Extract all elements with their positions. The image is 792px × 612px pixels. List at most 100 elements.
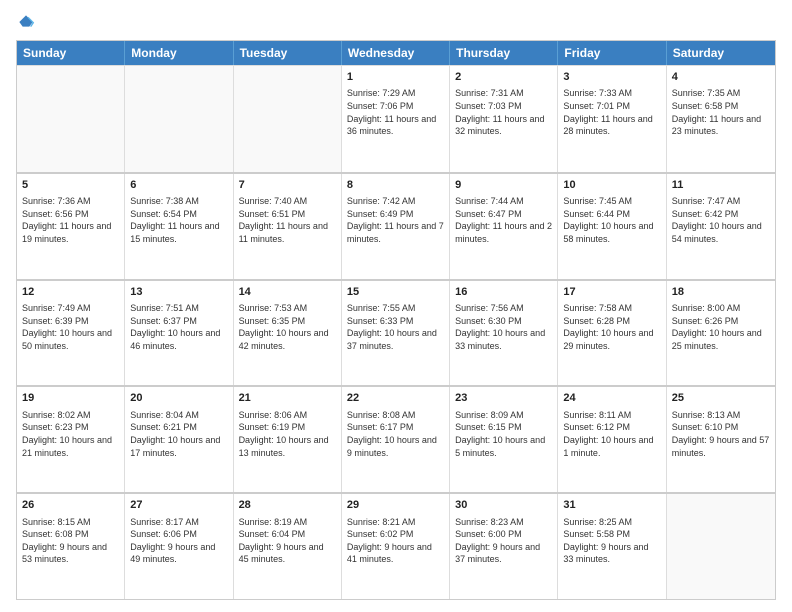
day-cell-15: 15 Sunrise: 7:55 AM Sunset: 6:33 PM Dayli… bbox=[342, 281, 450, 386]
calendar-row-0: 1 Sunrise: 7:29 AM Sunset: 7:06 PM Daylig… bbox=[17, 65, 775, 172]
day-info: Sunrise: 8:06 AM Sunset: 6:19 PM Dayligh… bbox=[239, 409, 336, 459]
day-cell-3: 3 Sunrise: 7:33 AM Sunset: 7:01 PM Daylig… bbox=[558, 66, 666, 172]
day-number: 8 bbox=[347, 178, 444, 193]
empty-cell-4-6 bbox=[667, 494, 775, 599]
day-number: 10 bbox=[563, 178, 660, 193]
day-cell-24: 24 Sunrise: 8:11 AM Sunset: 6:12 PM Dayli… bbox=[558, 387, 666, 492]
day-info: Sunrise: 8:02 AM Sunset: 6:23 PM Dayligh… bbox=[22, 409, 119, 459]
day-info: Sunrise: 7:40 AM Sunset: 6:51 PM Dayligh… bbox=[239, 195, 336, 245]
day-number: 15 bbox=[347, 285, 444, 300]
header bbox=[16, 12, 776, 32]
calendar-row-4: 26 Sunrise: 8:15 AM Sunset: 6:08 PM Dayli… bbox=[17, 492, 775, 599]
day-cell-8: 8 Sunrise: 7:42 AM Sunset: 6:49 PM Daylig… bbox=[342, 174, 450, 279]
day-number: 16 bbox=[455, 285, 552, 300]
day-info: Sunrise: 8:15 AM Sunset: 6:08 PM Dayligh… bbox=[22, 516, 119, 566]
day-cell-25: 25 Sunrise: 8:13 AM Sunset: 6:10 PM Dayli… bbox=[667, 387, 775, 492]
day-number: 7 bbox=[239, 178, 336, 193]
empty-cell-0-1 bbox=[125, 66, 233, 172]
logo bbox=[16, 12, 40, 32]
day-info: Sunrise: 8:25 AM Sunset: 5:58 PM Dayligh… bbox=[563, 516, 660, 566]
day-number: 22 bbox=[347, 391, 444, 406]
day-info: Sunrise: 8:00 AM Sunset: 6:26 PM Dayligh… bbox=[672, 302, 770, 352]
day-info: Sunrise: 7:49 AM Sunset: 6:39 PM Dayligh… bbox=[22, 302, 119, 352]
day-number: 5 bbox=[22, 178, 119, 193]
calendar: SundayMondayTuesdayWednesdayThursdayFrid… bbox=[16, 40, 776, 600]
logo-icon bbox=[16, 12, 36, 32]
day-cell-9: 9 Sunrise: 7:44 AM Sunset: 6:47 PM Daylig… bbox=[450, 174, 558, 279]
header-day-saturday: Saturday bbox=[667, 41, 775, 65]
day-info: Sunrise: 7:58 AM Sunset: 6:28 PM Dayligh… bbox=[563, 302, 660, 352]
day-number: 6 bbox=[130, 178, 227, 193]
day-number: 11 bbox=[672, 178, 770, 193]
day-info: Sunrise: 8:11 AM Sunset: 6:12 PM Dayligh… bbox=[563, 409, 660, 459]
day-info: Sunrise: 7:53 AM Sunset: 6:35 PM Dayligh… bbox=[239, 302, 336, 352]
day-info: Sunrise: 8:19 AM Sunset: 6:04 PM Dayligh… bbox=[239, 516, 336, 566]
day-cell-19: 19Sunrise: 8:02 AM Sunset: 6:23 PM Dayli… bbox=[17, 387, 125, 492]
day-info: Sunrise: 7:29 AM Sunset: 7:06 PM Dayligh… bbox=[347, 87, 444, 137]
day-cell-26: 26 Sunrise: 8:15 AM Sunset: 6:08 PM Dayli… bbox=[17, 494, 125, 599]
day-info: Sunrise: 7:42 AM Sunset: 6:49 PM Dayligh… bbox=[347, 195, 444, 245]
day-info: Sunrise: 7:45 AM Sunset: 6:44 PM Dayligh… bbox=[563, 195, 660, 245]
day-info: Sunrise: 8:04 AM Sunset: 6:21 PM Dayligh… bbox=[130, 409, 227, 459]
day-number: 18 bbox=[672, 285, 770, 300]
calendar-row-1: 5 Sunrise: 7:36 AM Sunset: 6:56 PM Daylig… bbox=[17, 172, 775, 279]
calendar-header: SundayMondayTuesdayWednesdayThursdayFrid… bbox=[17, 41, 775, 65]
day-number: 9 bbox=[455, 178, 552, 193]
empty-cell-0-0 bbox=[17, 66, 125, 172]
day-cell-11: 11Sunrise: 7:47 AM Sunset: 6:42 PM Dayli… bbox=[667, 174, 775, 279]
day-cell-29: 29Sunrise: 8:21 AM Sunset: 6:02 PM Dayli… bbox=[342, 494, 450, 599]
day-number: 4 bbox=[672, 70, 770, 85]
day-number: 31 bbox=[563, 498, 660, 513]
day-cell-10: 10 Sunrise: 7:45 AM Sunset: 6:44 PM Dayli… bbox=[558, 174, 666, 279]
calendar-body: 1 Sunrise: 7:29 AM Sunset: 7:06 PM Daylig… bbox=[17, 65, 775, 599]
day-cell-18: 18 Sunrise: 8:00 AM Sunset: 6:26 PM Dayli… bbox=[667, 281, 775, 386]
day-cell-4: 4 Sunrise: 7:35 AM Sunset: 6:58 PM Daylig… bbox=[667, 66, 775, 172]
day-info: Sunrise: 7:51 AM Sunset: 6:37 PM Dayligh… bbox=[130, 302, 227, 352]
day-number: 27 bbox=[130, 498, 227, 513]
day-cell-17: 17Sunrise: 7:58 AM Sunset: 6:28 PM Dayli… bbox=[558, 281, 666, 386]
day-cell-7: 7 Sunrise: 7:40 AM Sunset: 6:51 PM Daylig… bbox=[234, 174, 342, 279]
day-cell-30: 30Sunrise: 8:23 AM Sunset: 6:00 PM Dayli… bbox=[450, 494, 558, 599]
day-number: 29 bbox=[347, 498, 444, 513]
day-cell-16: 16 Sunrise: 7:56 AM Sunset: 6:30 PM Dayli… bbox=[450, 281, 558, 386]
day-number: 1 bbox=[347, 70, 444, 85]
day-cell-27: 27 Sunrise: 8:17 AM Sunset: 6:06 PM Dayli… bbox=[125, 494, 233, 599]
day-info: Sunrise: 7:56 AM Sunset: 6:30 PM Dayligh… bbox=[455, 302, 552, 352]
day-number: 2 bbox=[455, 70, 552, 85]
calendar-row-3: 19Sunrise: 8:02 AM Sunset: 6:23 PM Dayli… bbox=[17, 385, 775, 492]
day-info: Sunrise: 7:33 AM Sunset: 7:01 PM Dayligh… bbox=[563, 87, 660, 137]
day-info: Sunrise: 7:55 AM Sunset: 6:33 PM Dayligh… bbox=[347, 302, 444, 352]
day-cell-23: 23 Sunrise: 8:09 AM Sunset: 6:15 PM Dayli… bbox=[450, 387, 558, 492]
day-number: 24 bbox=[563, 391, 660, 406]
day-info: Sunrise: 7:38 AM Sunset: 6:54 PM Dayligh… bbox=[130, 195, 227, 245]
header-day-tuesday: Tuesday bbox=[234, 41, 342, 65]
day-cell-2: 2 Sunrise: 7:31 AM Sunset: 7:03 PM Daylig… bbox=[450, 66, 558, 172]
day-number: 25 bbox=[672, 391, 770, 406]
day-info: Sunrise: 7:36 AM Sunset: 6:56 PM Dayligh… bbox=[22, 195, 119, 245]
day-number: 23 bbox=[455, 391, 552, 406]
header-day-friday: Friday bbox=[558, 41, 666, 65]
calendar-row-2: 12Sunrise: 7:49 AM Sunset: 6:39 PM Dayli… bbox=[17, 279, 775, 386]
day-info: Sunrise: 8:17 AM Sunset: 6:06 PM Dayligh… bbox=[130, 516, 227, 566]
day-number: 26 bbox=[22, 498, 119, 513]
day-cell-31: 31 Sunrise: 8:25 AM Sunset: 5:58 PM Dayli… bbox=[558, 494, 666, 599]
empty-cell-0-2 bbox=[234, 66, 342, 172]
day-info: Sunrise: 7:31 AM Sunset: 7:03 PM Dayligh… bbox=[455, 87, 552, 137]
header-day-thursday: Thursday bbox=[450, 41, 558, 65]
day-number: 3 bbox=[563, 70, 660, 85]
day-number: 21 bbox=[239, 391, 336, 406]
day-cell-5: 5 Sunrise: 7:36 AM Sunset: 6:56 PM Daylig… bbox=[17, 174, 125, 279]
day-number: 13 bbox=[130, 285, 227, 300]
day-cell-21: 21 Sunrise: 8:06 AM Sunset: 6:19 PM Dayli… bbox=[234, 387, 342, 492]
day-info: Sunrise: 7:35 AM Sunset: 6:58 PM Dayligh… bbox=[672, 87, 770, 137]
day-number: 20 bbox=[130, 391, 227, 406]
day-info: Sunrise: 8:13 AM Sunset: 6:10 PM Dayligh… bbox=[672, 409, 770, 459]
day-cell-14: 14 Sunrise: 7:53 AM Sunset: 6:35 PM Dayli… bbox=[234, 281, 342, 386]
day-info: Sunrise: 8:08 AM Sunset: 6:17 PM Dayligh… bbox=[347, 409, 444, 459]
day-info: Sunrise: 8:23 AM Sunset: 6:00 PM Dayligh… bbox=[455, 516, 552, 566]
day-info: Sunrise: 7:44 AM Sunset: 6:47 PM Dayligh… bbox=[455, 195, 552, 245]
day-cell-12: 12Sunrise: 7:49 AM Sunset: 6:39 PM Dayli… bbox=[17, 281, 125, 386]
day-number: 14 bbox=[239, 285, 336, 300]
page: SundayMondayTuesdayWednesdayThursdayFrid… bbox=[0, 0, 792, 612]
day-info: Sunrise: 8:09 AM Sunset: 6:15 PM Dayligh… bbox=[455, 409, 552, 459]
